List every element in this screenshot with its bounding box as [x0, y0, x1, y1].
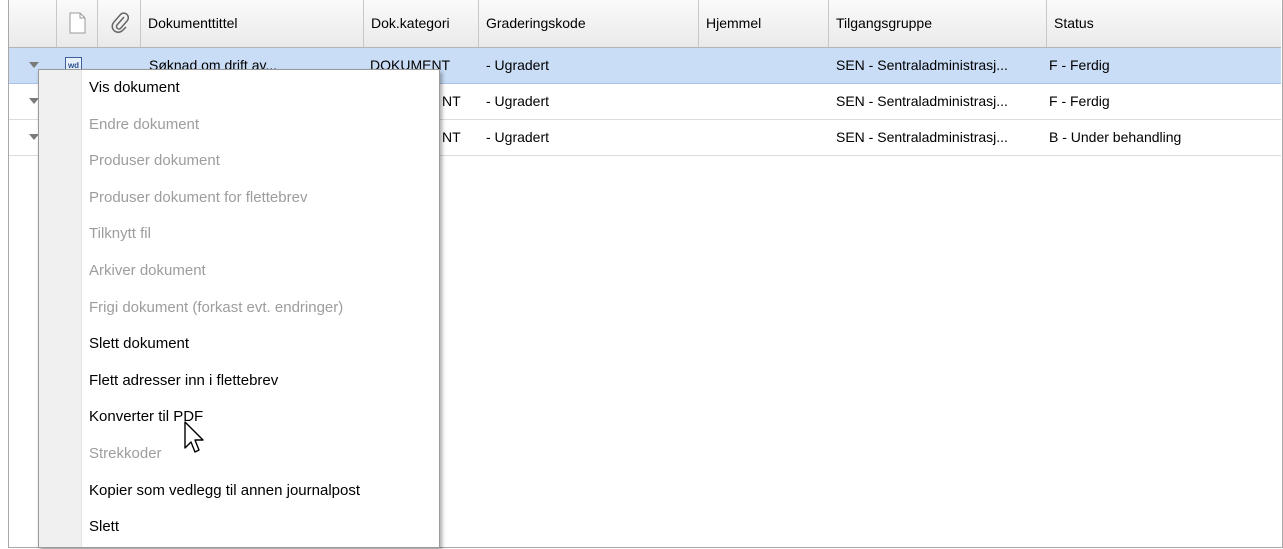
- menu-item-slett-dokument[interactable]: Slett dokument: [81, 326, 438, 363]
- header-tilgangsgruppe[interactable]: Tilgangsgruppe: [829, 0, 1047, 47]
- menu-item-vis-dokument[interactable]: Vis dokument: [81, 70, 438, 107]
- row-access-group: SEN - Sentraladministrasj...: [836, 57, 1008, 73]
- menu-item-flett-adresser[interactable]: Flett adresser inn i flettebrev: [81, 363, 438, 400]
- row-expand-arrow-icon[interactable]: [29, 62, 39, 68]
- menu-item-strekkoder: Strekkoder: [89, 445, 162, 462]
- header-dokumenttittel[interactable]: Dokumenttittel: [141, 0, 364, 47]
- header-dok-kategori[interactable]: Dok.kategori: [364, 0, 479, 47]
- row-status: B - Under behandling: [1049, 129, 1182, 145]
- header-attachment-col[interactable]: [98, 0, 141, 47]
- document-icon: [69, 12, 86, 34]
- grid-header: Dokumenttittel Dok.kategori Graderingsko…: [9, 0, 1281, 48]
- header-graderingskode[interactable]: Graderingskode: [479, 0, 699, 47]
- paperclip-icon: [111, 12, 129, 33]
- header-document-icon-col[interactable]: [57, 0, 98, 47]
- row-grading: - Ugradert: [486, 57, 550, 73]
- row-status: F - Ferdig: [1049, 93, 1110, 109]
- menu-item-frigi-dokument: Frigi dokument (forkast evt. endringer): [89, 298, 344, 316]
- row-hjemmel: [706, 48, 826, 83]
- menu-item-produser-dokument: Produser dokument: [89, 152, 220, 170]
- row-hjemmel: [706, 84, 826, 119]
- menu-item-produser-flettebrev: Produser dokument for flettebrev: [89, 188, 308, 206]
- menu-icon-gutter: [39, 70, 82, 547]
- row-access-group: SEN - Sentraladministrasj...: [836, 93, 1008, 109]
- menu-item-konverter-til-pdf[interactable]: Konverter til PDF: [81, 399, 438, 436]
- header-expander-col: [9, 0, 57, 47]
- menu-item-tilknytt-fil: Tilknytt fil: [89, 225, 151, 243]
- header-hjemmel[interactable]: Hjemmel: [699, 0, 829, 47]
- row-category: NT: [442, 93, 461, 109]
- row-grading: - Ugradert: [486, 93, 550, 109]
- row-access-group: SEN - Sentraladministrasj...: [836, 129, 1008, 145]
- row-grading: - Ugradert: [486, 129, 550, 145]
- menu-item-arkiver-dokument: Arkiver dokument: [89, 262, 206, 279]
- menu-item-endre-dokument: Endre dokument: [89, 115, 200, 133]
- row-status: F - Ferdig: [1049, 57, 1110, 73]
- mouse-cursor-icon: [184, 421, 204, 453]
- row-category: NT: [442, 129, 461, 145]
- menu-item-kopier-som-vedlegg[interactable]: Kopier som vedlegg til annen journalpost: [81, 473, 438, 510]
- row-hjemmel: [706, 120, 826, 155]
- header-status[interactable]: Status: [1047, 0, 1281, 47]
- menu-item-slett[interactable]: Slett: [81, 509, 438, 546]
- context-menu: Vis dokument Endre dokument Produser dok…: [38, 69, 440, 548]
